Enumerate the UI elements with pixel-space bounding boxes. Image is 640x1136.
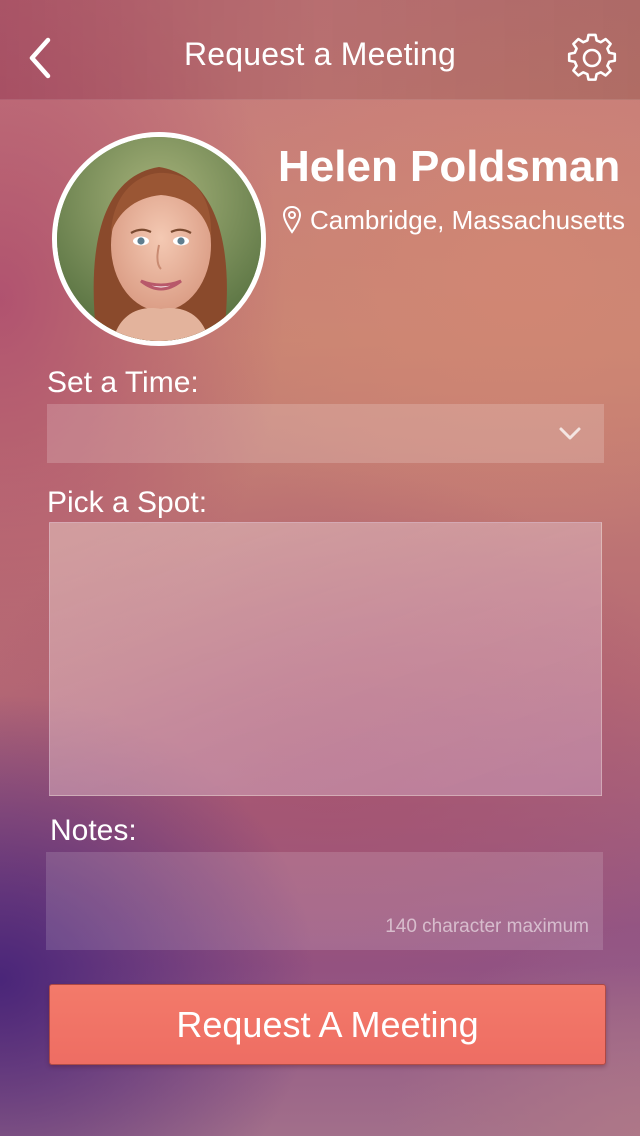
gear-icon xyxy=(567,33,617,81)
notes-input[interactable]: 140 character maximum xyxy=(46,852,603,950)
page-title: Request a Meeting xyxy=(183,36,456,72)
profile-name: Helen Poldsman xyxy=(278,142,621,191)
spot-picker[interactable] xyxy=(49,522,602,796)
top-bar: Request a Meeting xyxy=(0,0,640,100)
profile-photo xyxy=(52,132,266,346)
request-meeting-button[interactable]: Request A Meeting xyxy=(49,984,606,1065)
profile-location: Cambridge, Massachusetts xyxy=(282,204,640,236)
time-dropdown[interactable] xyxy=(47,404,604,463)
time-label: Set a Time: xyxy=(47,366,199,399)
chevron-down-icon xyxy=(559,427,581,440)
notes-placeholder: 140 character maximum xyxy=(385,916,589,937)
location-text: Cambridge, Massachusetts xyxy=(310,204,626,235)
person-photo-icon xyxy=(57,137,261,341)
spot-label: Pick a Spot: xyxy=(47,486,208,519)
map-pin-icon xyxy=(282,204,304,236)
settings-button[interactable] xyxy=(564,30,620,86)
notes-label: Notes: xyxy=(50,814,137,847)
